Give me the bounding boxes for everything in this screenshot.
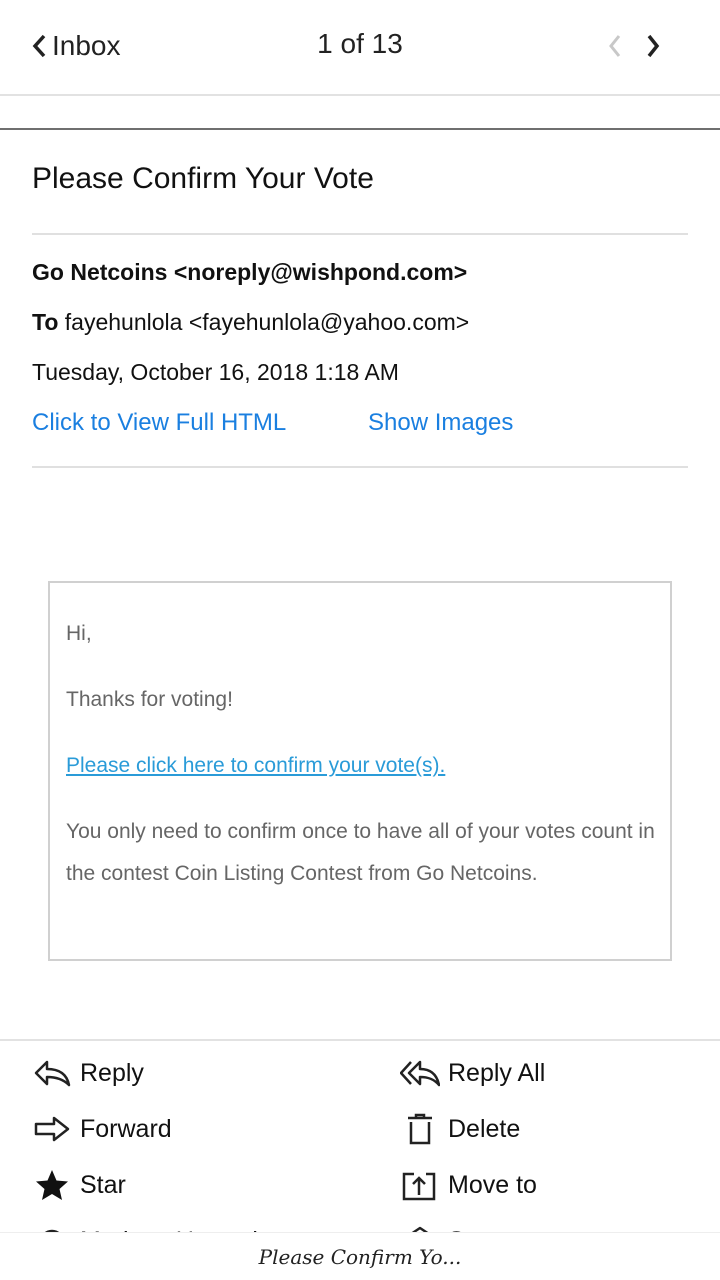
reply-all-icon [400,1060,440,1087]
message-counter: 1 of 13 [317,28,403,59]
move-to-folder-icon [402,1172,436,1201]
recipient: fayehunlola <fayehunlola@yahoo.com> [64,309,470,335]
header-divider [0,128,720,130]
trash-icon [408,1113,432,1145]
recipient-line: To fayehunlola <fayehunlola@yahoo.com> [32,309,469,336]
email-body: Hi, Thanks for voting! Please click here… [48,581,672,961]
reply-all-button[interactable]: Reply All [400,1053,545,1093]
show-images-link[interactable]: Show Images [368,409,513,437]
chevron-left-icon [32,34,46,58]
delete-label: Delete [448,1114,521,1143]
body-info: You only need to confirm once to have al… [66,820,655,885]
reply-all-label: Reply All [448,1058,546,1087]
forward-label: Forward [80,1114,172,1143]
forward-button[interactable]: Forward [32,1109,172,1149]
subject-divider [32,233,688,235]
view-full-html-link[interactable]: Click to View Full HTML [32,409,286,437]
previous-message-icon[interactable] [602,30,628,62]
next-message-icon[interactable] [640,30,666,62]
email-subject: Please Confirm Your Vote [32,162,374,195]
star-button[interactable]: Star [32,1165,126,1205]
back-label: Inbox [52,30,121,61]
to-label: To [32,309,59,335]
top-bar: Inbox 1 of 13 [0,0,720,96]
move-to-label: Move to [448,1170,537,1199]
bottom-tab-title[interactable]: Please Confirm Yo... [0,1232,720,1280]
delete-button[interactable]: Delete [400,1109,520,1149]
meta-divider [32,466,688,468]
email-date: Tuesday, October 16, 2018 1:18 AM [32,359,399,385]
reply-button[interactable]: Reply [32,1053,144,1093]
star-icon [36,1170,68,1200]
forward-arrow-icon [34,1116,70,1142]
sender: Go Netcoins <noreply@wishpond.com> [32,259,468,285]
move-to-button[interactable]: Move to [400,1165,537,1205]
body-greeting: Hi, [66,622,92,645]
confirm-vote-link[interactable]: Please click here to confirm your vote(s… [66,745,656,787]
back-to-inbox-button[interactable]: Inbox [30,26,121,66]
body-thanks: Thanks for voting! [66,688,233,711]
star-label: Star [80,1170,126,1199]
reply-icon [34,1060,71,1087]
reply-label: Reply [80,1058,144,1087]
